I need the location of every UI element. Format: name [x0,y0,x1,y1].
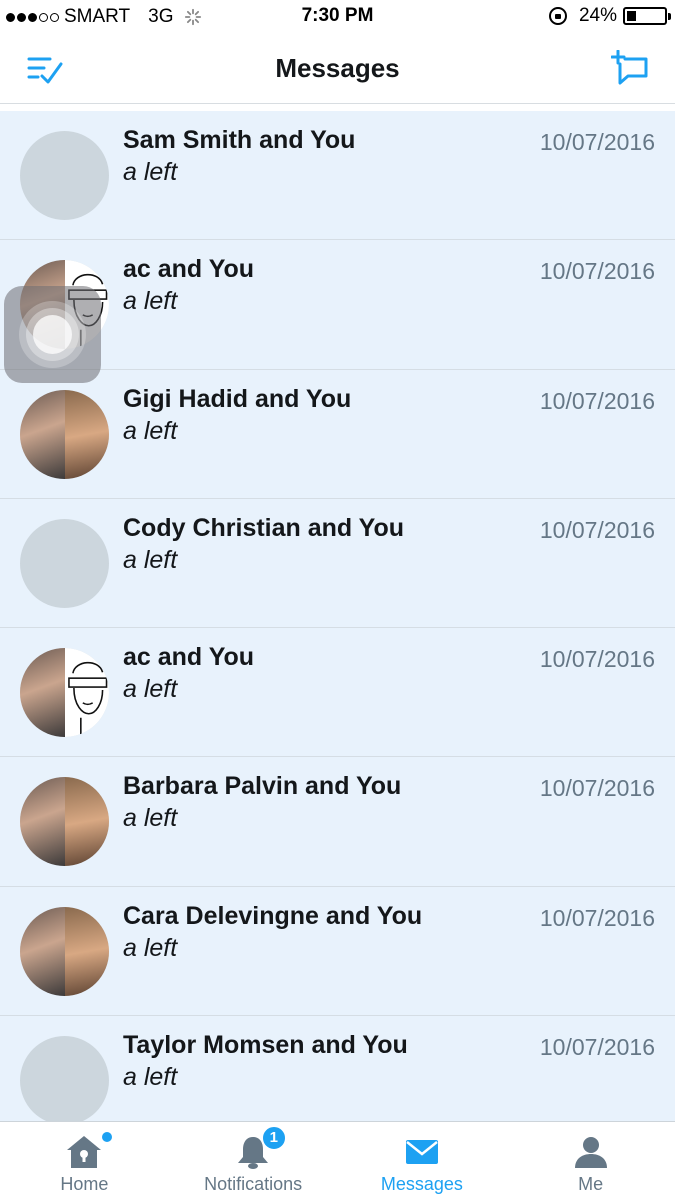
conversation-name: ac and You [123,643,255,672]
avatar [20,1036,109,1121]
conversation-name: Cara Delevingne and You [123,901,423,930]
conversation-date: 10/07/2016 [539,775,655,802]
tab-messages-label: Messages [380,1174,463,1194]
home-unread-dot [102,1132,112,1142]
conversation-row[interactable]: ac and You a left 10/07/2016 [0,240,675,370]
message-preview: a left [123,1063,178,1092]
conversation-name: Barbara Palvin and You [123,772,402,801]
avatar [20,648,109,738]
tab-me[interactable]: Me [506,1122,675,1200]
person-icon [574,1137,607,1168]
conversation-row[interactable]: ac and You a left 10/07/2016 [0,628,675,758]
avatar [20,131,109,220]
conversation-date: 10/07/2016 [539,646,655,673]
notification-badge: 1 [260,1125,287,1151]
message-preview: a left [123,158,178,186]
conversation-row[interactable]: Sam Smith and You a left 10/07/2016 [0,111,675,241]
home-icon [67,1136,102,1168]
conversation-row[interactable]: Barbara Palvin and You a left 10/07/2016 [0,757,675,887]
conversation-date: 10/07/2016 [539,904,655,931]
avatar [20,518,109,608]
message-preview: a left [123,545,178,574]
conversation-date: 10/07/2016 [539,129,655,155]
conversation-date: 10/07/2016 [539,1034,655,1061]
message-preview: a left [123,804,178,833]
battery-percent: 24% [578,5,617,26]
conversation-name: Taylor Momsen and You [123,1031,408,1060]
message-preview: a left [123,287,178,316]
conversation-list[interactable]: Sam Smith and You a left 10/07/2016 ac and … [0,111,675,1121]
compose-message-icon[interactable] [611,50,651,88]
tab-messages[interactable]: Messages [338,1122,507,1200]
status-bar: SMART 3G 7:30 PM 24% [0,0,675,34]
envelope-icon [405,1140,438,1164]
message-preview: a left [123,933,178,962]
conversation-row[interactable]: Taylor Momsen and You a left 10/07/2016 [0,1016,675,1121]
conversation-row[interactable]: Cara Delevingne and You a left 10/07/2016 [0,886,675,1017]
conversation-name: ac and You [123,255,255,284]
message-preview: a left [123,416,178,445]
avatar [20,906,109,996]
tab-notifications-label: Notifications [204,1174,303,1194]
tab-home-label: Home [60,1174,109,1194]
tab-me-label: Me [578,1174,604,1194]
message-preview: a left [123,675,178,704]
avatar [20,389,109,479]
conversation-name: Gigi Hadid and You [123,384,352,413]
avatar [20,777,109,867]
battery-icon [623,7,671,25]
conversation-date: 10/07/2016 [539,258,655,285]
conversation-row[interactable]: Gigi Hadid and You a left 10/07/2016 [0,369,675,499]
sketch-face-icon [67,662,107,737]
nav-header: Messages [0,34,675,104]
rotation-lock-icon [548,7,567,25]
conversation-name: Sam Smith and You [123,126,356,154]
conversation-date: 10/07/2016 [539,516,655,543]
tab-bar: Home 1 Notifications Messages Me [0,1121,675,1200]
assistive-touch-button[interactable] [4,286,101,383]
tab-home[interactable]: Home [0,1122,169,1200]
conversation-name: Cody Christian and You [123,513,405,542]
conversation-row[interactable]: Cody Christian and You a left 10/07/2016 [0,498,675,629]
status-right: 24% [548,5,671,27]
page-title: Messages [275,53,400,83]
conversation-date: 10/07/2016 [539,387,655,414]
tab-notifications[interactable]: 1 Notifications [169,1122,338,1200]
